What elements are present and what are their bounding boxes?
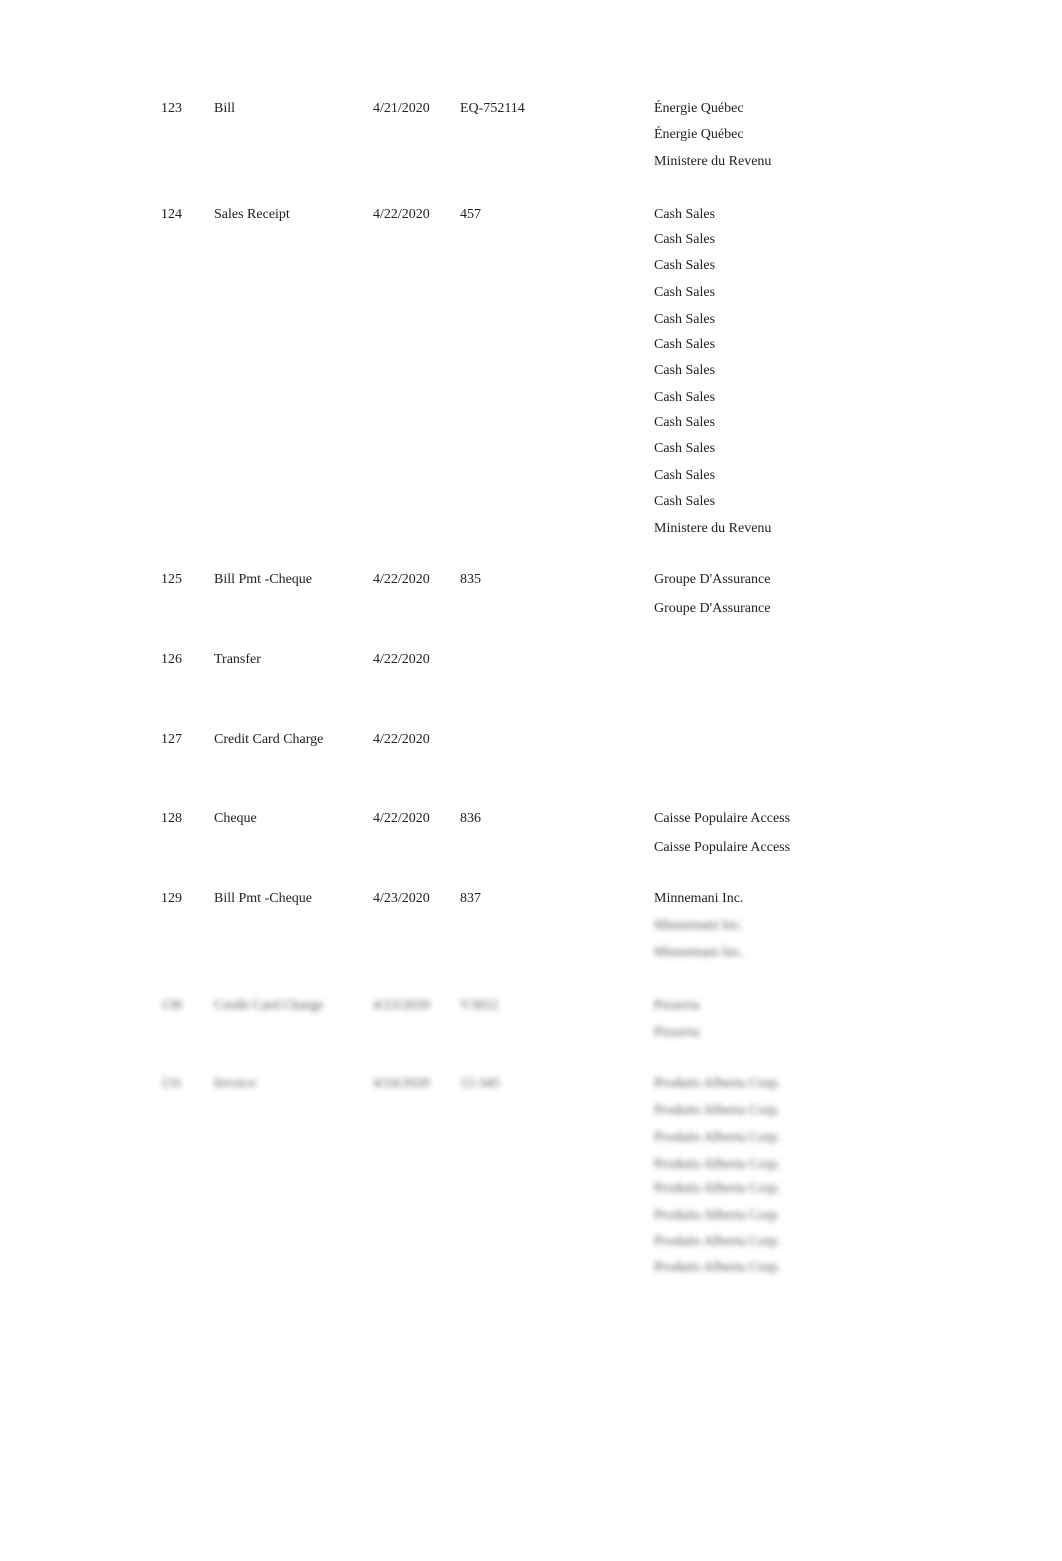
entry-type: Bill [214, 101, 236, 116]
entry-name: Cash Sales [654, 468, 716, 483]
entry-ref: EQ-752114 [460, 101, 525, 116]
entry-type: Bill Pmt -Cheque [214, 572, 312, 587]
entry-name: Produits Alberta Corp. [654, 1260, 781, 1275]
entry-name: Cash Sales [654, 285, 716, 300]
entry-date: 4/22/2020 [373, 732, 430, 747]
entry-name: Cash Sales [654, 258, 716, 273]
entry-date: 4/22/2020 [373, 572, 430, 587]
entry-name: Produits Alberta Corp. [654, 1181, 781, 1196]
entry-name: Cash Sales [654, 415, 716, 430]
entry-type: Sales Receipt [214, 207, 290, 222]
entry-ref: 835 [460, 572, 481, 587]
entry-ref: 837 [460, 891, 481, 906]
entry-name: Énergie Québec [654, 101, 744, 116]
entry-type: Bill Pmt -Cheque [214, 891, 312, 906]
entry-name: Caisse Populaire Access [654, 811, 791, 826]
entry-date: 4/21/2020 [373, 101, 430, 116]
entry-num: 126 [161, 652, 182, 667]
entry-name: Produits Alberta Corp. [654, 1076, 781, 1091]
entry-num: 127 [161, 732, 182, 747]
entry-type: Transfer [214, 652, 261, 667]
entry-date: 4/23/2020 [373, 998, 430, 1013]
entry-name: Cash Sales [654, 494, 716, 509]
entry-name: Cash Sales [654, 207, 716, 222]
entry-name: Minnemani Inc. [654, 945, 744, 960]
entry-name: Pizzeria [654, 998, 700, 1013]
entry-name: Cash Sales [654, 232, 716, 247]
entry-date: 4/22/2020 [373, 811, 430, 826]
entry-name: Groupe D'Assurance [654, 601, 771, 616]
entry-name: Produits Alberta Corp. [654, 1234, 781, 1249]
entry-type: Cheque [214, 811, 257, 826]
entry-num: 128 [161, 811, 182, 826]
entry-name: Cash Sales [654, 363, 716, 378]
entry-date: 4/23/2020 [373, 891, 430, 906]
entry-name: Pizzeria [654, 1025, 700, 1040]
entry-name: Produits Alberta Corp. [654, 1208, 781, 1223]
entry-ref: V3652 [460, 998, 499, 1013]
entry-ref: 457 [460, 207, 481, 222]
entry-name: Groupe D'Assurance [654, 572, 771, 587]
entry-num: 123 [161, 101, 182, 116]
entry-num: 129 [161, 891, 182, 906]
entry-date: 4/24/2020 [373, 1076, 430, 1091]
entry-name: Produits Alberta Corp. [654, 1157, 781, 1172]
entry-name: Cash Sales [654, 312, 716, 327]
entry-name: Énergie Québec [654, 127, 744, 142]
entry-type: Credit Card Charge [214, 998, 324, 1013]
entry-name: Ministere du Revenu [654, 154, 772, 169]
entry-name: Produits Alberta Corp. [654, 1130, 781, 1145]
entry-num: 124 [161, 207, 182, 222]
entry-name: Produits Alberta Corp. [654, 1103, 781, 1118]
entry-name: Cash Sales [654, 337, 716, 352]
entry-type: Invoice [214, 1076, 256, 1091]
entry-ref: 836 [460, 811, 481, 826]
entry-num: 131 [161, 1076, 182, 1091]
entry-name: Ministere du Revenu [654, 521, 772, 536]
entry-name: Minnemani Inc. [654, 918, 744, 933]
entry-num: 130 [161, 998, 182, 1013]
entry-num: 125 [161, 572, 182, 587]
entry-name: Minnemani Inc. [654, 891, 744, 906]
entry-ref: 12-345 [460, 1076, 500, 1091]
entry-name: Cash Sales [654, 390, 716, 405]
entry-name: Cash Sales [654, 441, 716, 456]
entry-date: 4/22/2020 [373, 207, 430, 222]
entry-type: Credit Card Charge [214, 732, 324, 747]
entry-date: 4/22/2020 [373, 652, 430, 667]
entry-name: Caisse Populaire Access [654, 840, 791, 855]
